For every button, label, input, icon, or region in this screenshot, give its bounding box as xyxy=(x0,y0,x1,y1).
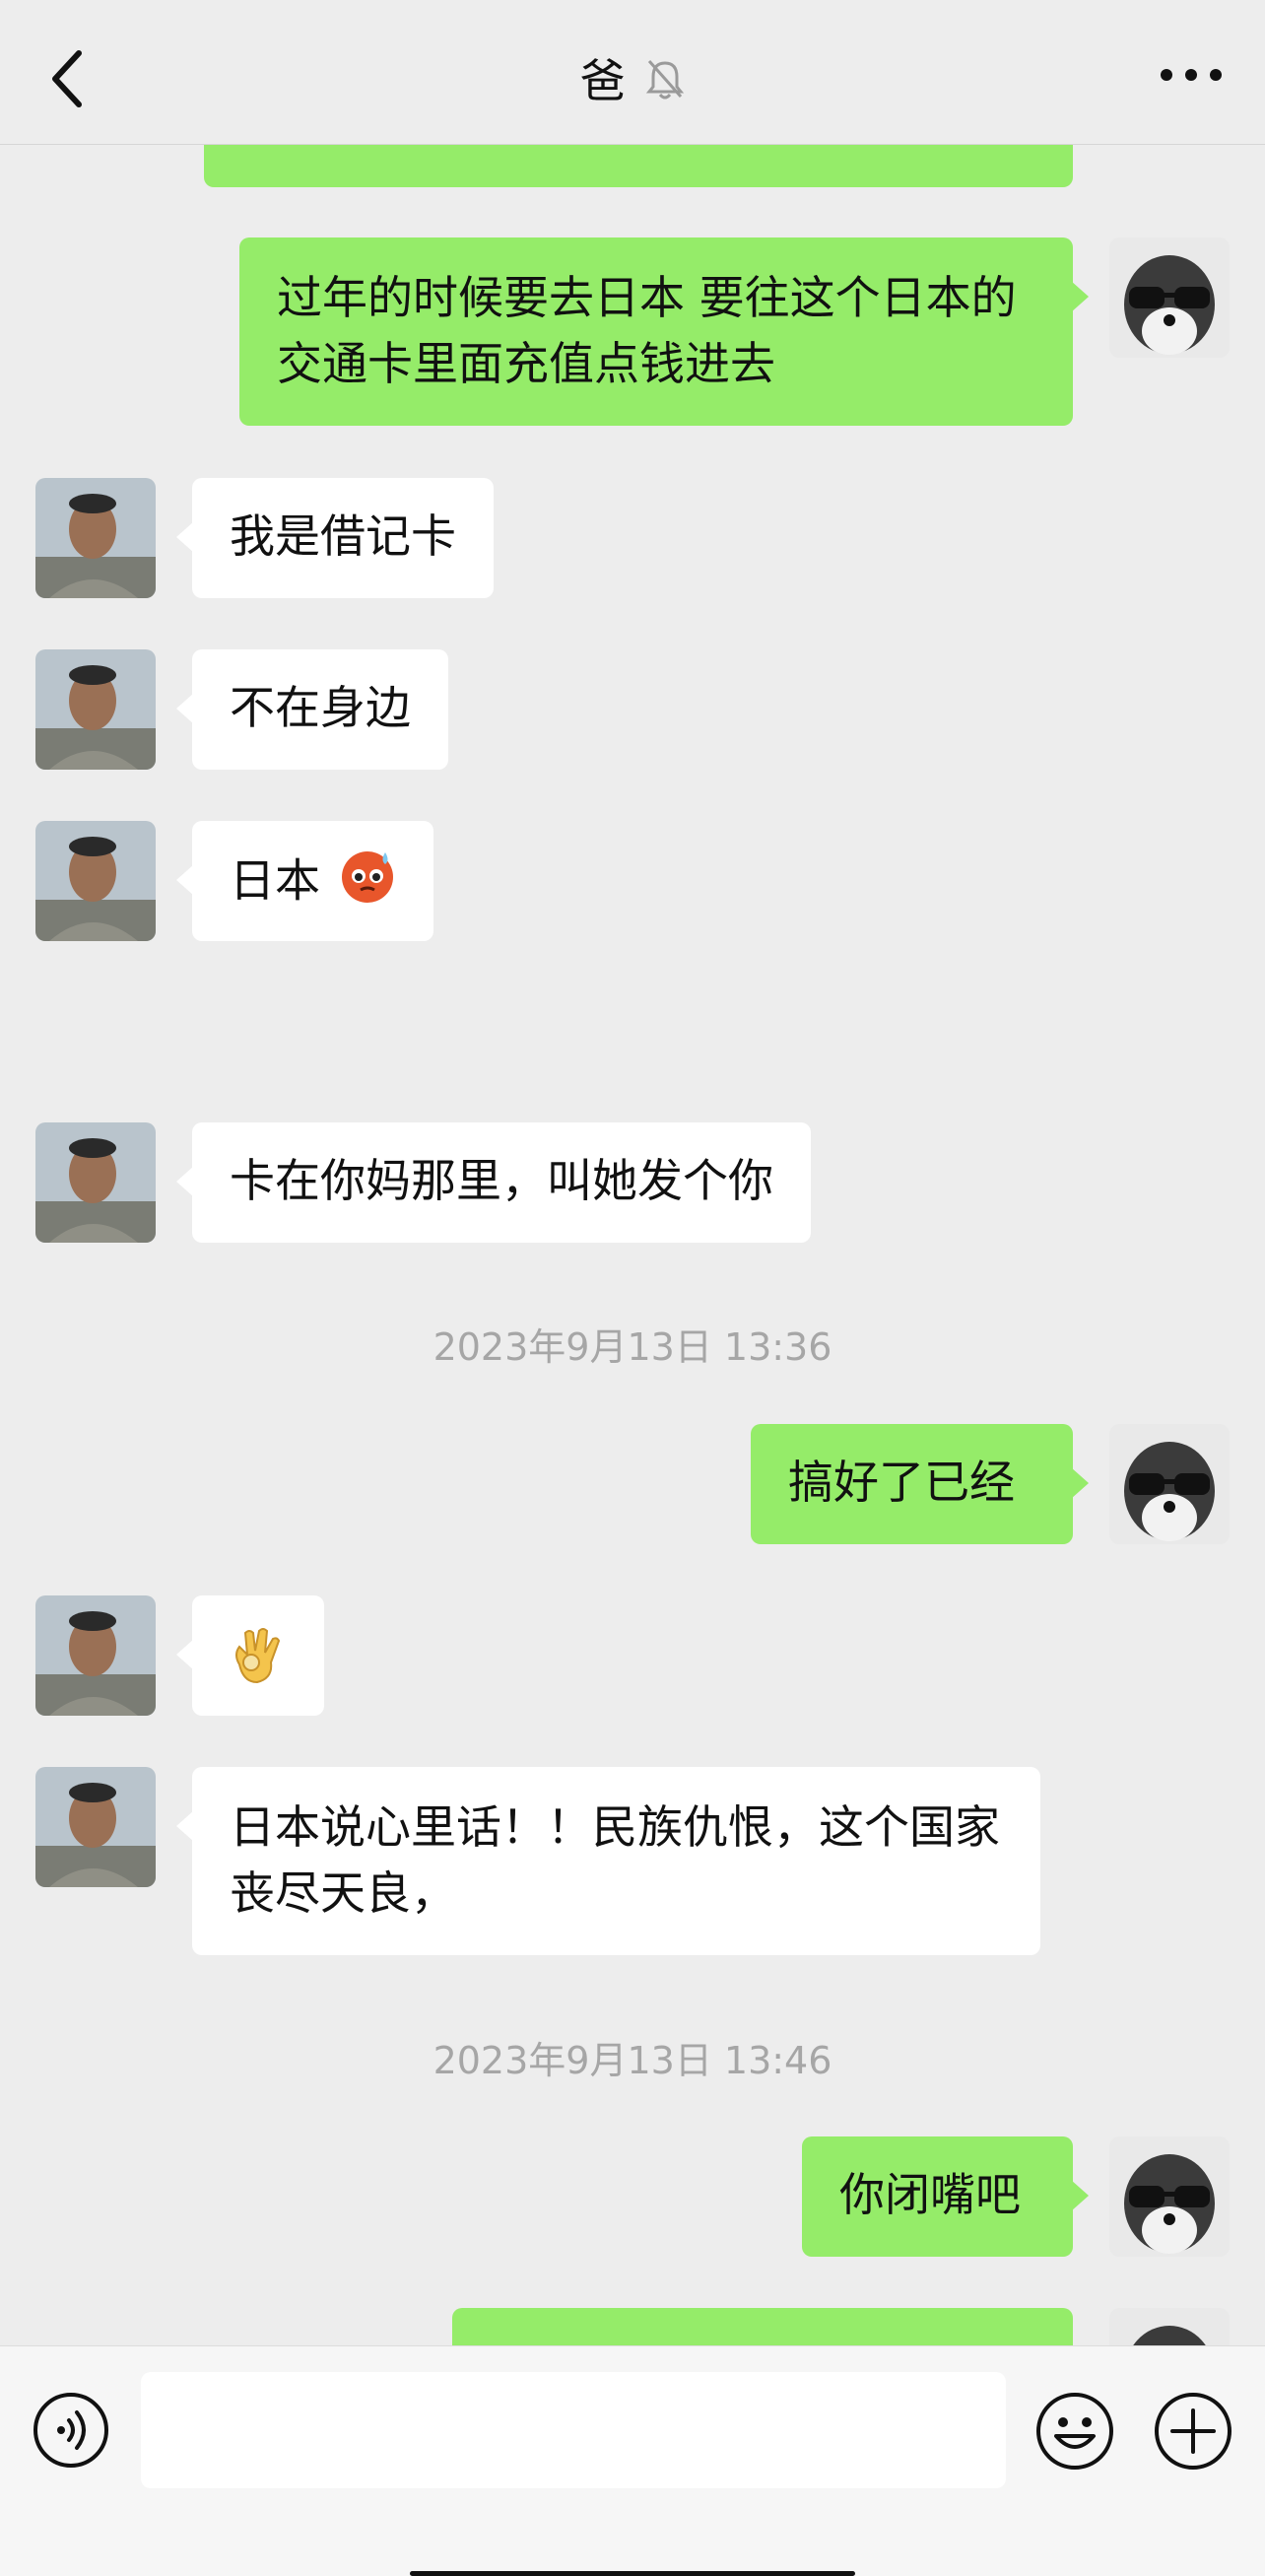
ok-hand-emoji-icon xyxy=(228,1625,287,1704)
dad-avatar[interactable] xyxy=(35,1767,156,1887)
chat-header: 爸 xyxy=(0,0,1265,145)
message-bubble-sent[interactable]: 搞好了已经 xyxy=(751,1424,1089,1544)
message-text: 我是借记卡 xyxy=(230,509,456,563)
message-bubble-sent[interactable]: 过年的时候要去日本 要往这个日本的交通卡里面充值点钱进去 xyxy=(239,237,1089,426)
my-avatar[interactable] xyxy=(1109,1424,1230,1544)
my-avatar[interactable] xyxy=(1109,2136,1230,2257)
dad-avatar[interactable] xyxy=(35,1595,156,1716)
message-bubble-received[interactable]: 不在身边 xyxy=(176,649,448,770)
more-options-button[interactable] xyxy=(1157,55,1226,95)
dad-avatar[interactable] xyxy=(35,478,156,598)
message-input[interactable] xyxy=(141,2372,1006,2488)
more-functions-button[interactable] xyxy=(1153,2391,1233,2472)
ellipsis-icon xyxy=(1161,69,1222,81)
my-avatar[interactable] xyxy=(1109,237,1230,358)
message-text: 搞好了已经 xyxy=(788,1456,1015,1509)
message-bubble-received[interactable] xyxy=(176,1595,324,1716)
emoji-button[interactable] xyxy=(1034,2391,1115,2472)
message-bubble-received[interactable]: 日本说心里话！！民族仇恨，这个国家丧尽天良， xyxy=(176,1767,1040,1955)
timestamp: 2023年9月13日 13:46 xyxy=(433,2039,832,2082)
chat-area[interactable]: 过年的时候要去日本 要往这个日本的交通卡里面充值点钱进去 我是借记卡 不在身边 … xyxy=(0,0,1265,2345)
voice-icon xyxy=(33,2393,108,2468)
message-text: 过年的时候要去日本 要往这个日本的交通卡里面充值点钱进去 xyxy=(277,271,1017,390)
message-text: 日本说心里话！！民族仇恨，这个国家丧尽天良， xyxy=(230,1800,1000,1920)
timestamp: 2023年9月13日 13:36 xyxy=(433,1325,832,1369)
dad-avatar[interactable] xyxy=(35,821,156,941)
emoji-icon xyxy=(1036,2393,1113,2470)
input-bar xyxy=(0,2345,1265,2576)
chat-title: 爸 xyxy=(0,45,1265,111)
message-text: 你闭嘴吧 xyxy=(839,2168,1021,2221)
bell-slash-icon xyxy=(645,57,685,111)
my-avatar[interactable] xyxy=(1109,2308,1230,2345)
dad-avatar[interactable] xyxy=(35,649,156,770)
home-indicator xyxy=(410,2571,855,2576)
voice-button[interactable] xyxy=(32,2391,110,2470)
message-bubble-partial[interactable] xyxy=(452,2308,1073,2345)
message-bubble-sent[interactable]: 你闭嘴吧 xyxy=(802,2136,1089,2257)
message-bubble-received[interactable]: 日本 xyxy=(176,821,433,941)
message-text: 日本 xyxy=(230,853,320,908)
message-text: 卡在你妈那里，叫她发个你 xyxy=(230,1154,773,1207)
dad-avatar[interactable] xyxy=(35,1122,156,1243)
message-bubble-received[interactable]: 卡在你妈那里，叫她发个你 xyxy=(176,1122,811,1243)
sweat-emoji-icon xyxy=(339,847,396,921)
message-bubble-received[interactable]: 我是借记卡 xyxy=(176,478,494,598)
plus-icon xyxy=(1155,2393,1232,2470)
contact-name: 爸 xyxy=(579,54,626,107)
message-text: 不在身边 xyxy=(230,681,411,734)
